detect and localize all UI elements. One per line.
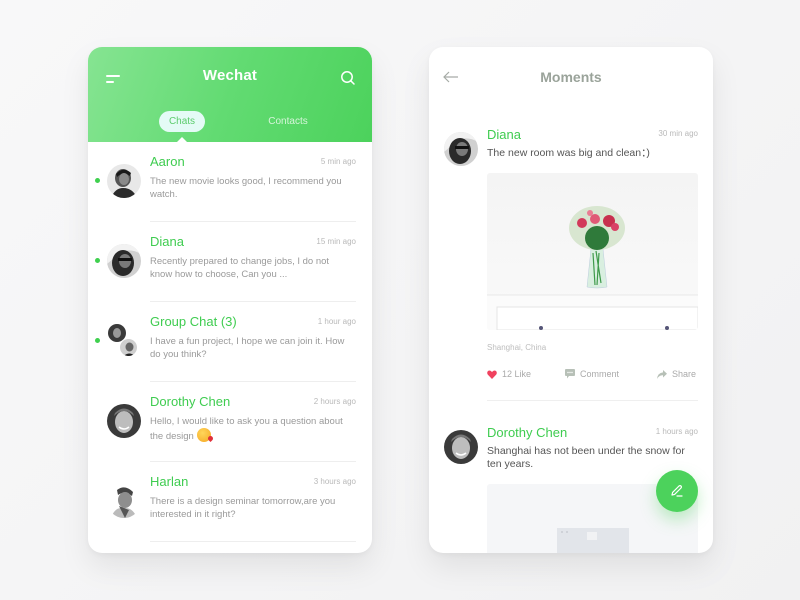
message-time: 1 hour ago: [317, 317, 356, 326]
tab-contacts[interactable]: Contacts: [258, 111, 318, 132]
message-time: 5 min ago: [320, 157, 356, 166]
post-location: Shanghai, China: [487, 343, 547, 352]
chats-screen: Wechat Chats Contacts Aaron 5 min ago Th…: [88, 47, 372, 553]
avatar-diana[interactable]: [444, 132, 478, 166]
conversation-item[interactable]: Dorothy Chen 2 hours ago Hello, I would …: [88, 382, 372, 462]
comment-button[interactable]: Comment: [565, 369, 619, 379]
moments-screen: Moments Diana 30 min ago The new room wa…: [429, 47, 713, 553]
divider: [150, 541, 356, 542]
chats-header: Wechat Chats Contacts: [88, 47, 372, 142]
post-text: Shanghai has not been under the snow for…: [487, 445, 685, 470]
conversation-item[interactable]: Aaron 5 min ago The new movie looks good…: [88, 142, 372, 222]
heart-icon: [487, 369, 497, 379]
edit-pencil-icon: [671, 485, 683, 497]
post-author[interactable]: Dorothy Chen: [487, 425, 567, 440]
message-preview: Hello, I would like to ask you a questio…: [150, 415, 350, 443]
message-preview: The new movie looks good, I recommend yo…: [150, 176, 342, 200]
contact-name: Aaron: [150, 154, 185, 169]
tab-bar: Chats Contacts: [88, 111, 372, 133]
online-indicator: [95, 178, 100, 183]
share-icon: [657, 369, 667, 379]
avatar-group: [108, 324, 142, 360]
comment-icon: [565, 369, 575, 379]
message-preview: Recently prepared to change jobs, I do n…: [150, 256, 330, 280]
contact-name: Harlan: [150, 474, 189, 489]
app-title: Wechat: [202, 67, 258, 84]
contact-name: Diana: [150, 234, 184, 249]
post-time: 30 min ago: [658, 129, 698, 138]
message-time: 15 min ago: [316, 237, 356, 246]
post-author[interactable]: Diana: [487, 127, 521, 142]
online-indicator: [95, 258, 100, 263]
flowers-in-vase-photo[interactable]: [487, 173, 698, 330]
compose-button[interactable]: [656, 470, 698, 512]
avatar-aaron: [107, 164, 141, 198]
group-member-avatar: [119, 338, 138, 357]
message-preview: There is a design seminar tomorrow,are y…: [150, 496, 336, 520]
message-time: 3 hours ago: [313, 477, 356, 486]
member-count: (3): [220, 314, 237, 329]
search-icon[interactable]: [340, 70, 356, 86]
avatar-dorothy[interactable]: [444, 430, 478, 464]
avatar-diana: [107, 244, 141, 278]
message-preview: I have a fun project, I hope we can join…: [150, 336, 345, 360]
group-name: Group Chat: [150, 314, 218, 329]
online-indicator: [95, 338, 100, 343]
like-count: 12 Like: [502, 369, 532, 379]
message-time: 2 hours ago: [313, 397, 356, 406]
comment-label: Comment: [580, 369, 620, 379]
tab-chats[interactable]: Chats: [159, 111, 205, 132]
conversation-list: Aaron 5 min ago The new movie looks good…: [88, 142, 372, 542]
post-time: 1 hours ago: [655, 427, 698, 436]
contact-name: Dorothy Chen: [150, 394, 231, 409]
post-text: The new room was big and clean：): [487, 147, 650, 159]
contact-name: Group Chat (3): [150, 314, 237, 329]
post-actions: 12 Like Comment Share: [487, 369, 698, 383]
share-button[interactable]: Share: [657, 369, 696, 379]
like-button[interactable]: 12 Like: [487, 369, 531, 379]
conversation-item[interactable]: Diana 15 min ago Recently prepared to ch…: [88, 222, 372, 302]
avatar-harlan: [107, 484, 141, 518]
divider: [487, 400, 698, 401]
share-label: Share: [672, 369, 697, 379]
page-title: Moments: [540, 69, 602, 85]
conversation-item[interactable]: Group Chat (3) 1 hour ago I have a fun p…: [88, 302, 372, 382]
kissing-face-emoji: [196, 428, 211, 442]
avatar-dorothy: [107, 404, 141, 438]
message-text: Hello, I would like to ask you a questio…: [150, 416, 343, 442]
conversation-item[interactable]: Harlan 3 hours ago There is a design sem…: [88, 462, 372, 542]
